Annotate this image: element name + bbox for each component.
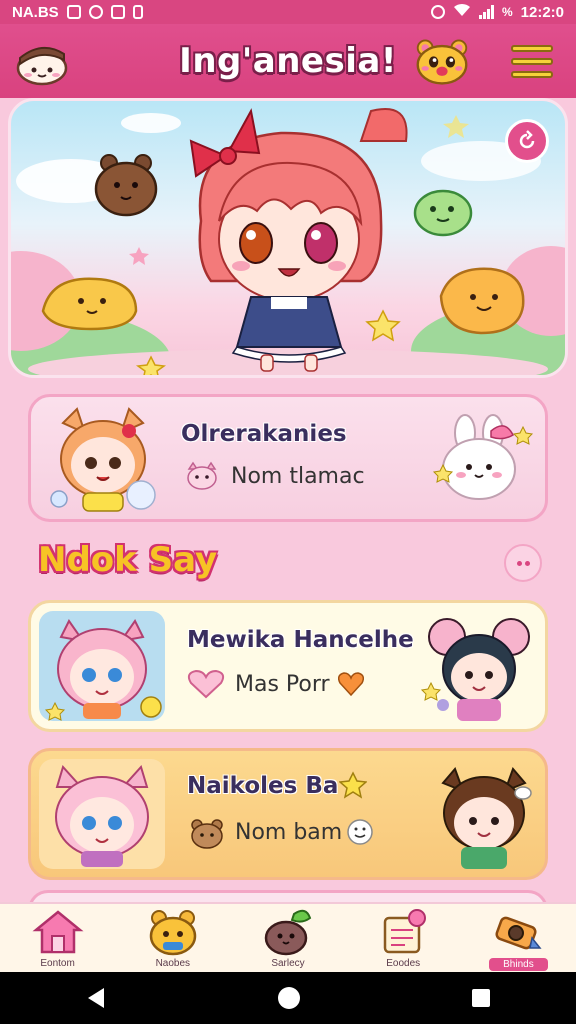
berry-icon — [264, 909, 312, 956]
menu-button[interactable] — [504, 34, 560, 88]
battery-text: % — [501, 5, 513, 19]
back-icon[interactable] — [84, 986, 108, 1010]
mascot-button[interactable] — [414, 34, 470, 88]
nav-item-sarlecy[interactable]: Sarlecy — [230, 904, 345, 974]
smiley-icon — [347, 819, 373, 845]
nav-label: Sarlecy — [271, 958, 305, 969]
dot-icon — [524, 560, 530, 566]
refresh-icon — [519, 130, 535, 149]
hero-banner[interactable] — [8, 98, 568, 378]
bottom-navigation: Eontom Naobes Sarlecy Eoodes Bhinds — [0, 902, 576, 974]
bear-face-icon — [191, 819, 223, 849]
green-slime-sticker — [413, 189, 473, 237]
card-title: Naikoles Ba — [187, 773, 339, 799]
nav-item-eoodes[interactable]: Eoodes — [346, 904, 461, 974]
nav-label: Naobes — [155, 958, 191, 969]
sparkle-icon — [339, 771, 367, 799]
notification-icon — [66, 5, 81, 19]
bear-mascot-icon — [416, 39, 468, 85]
hero-illustration — [11, 108, 565, 375]
nav-label: Bhinds — [489, 958, 548, 971]
lock-icon — [132, 5, 143, 19]
nav-item-naobes[interactable]: Naobes — [115, 904, 230, 974]
alarm-icon — [430, 5, 445, 19]
logo-button[interactable] — [14, 34, 70, 88]
marshmallow-logo-icon — [16, 47, 68, 86]
refresh-button[interactable] — [505, 119, 549, 163]
section-more-button[interactable] — [504, 544, 542, 582]
home-circle-icon[interactable] — [276, 985, 302, 1011]
notepad-icon — [383, 909, 427, 954]
signal-icon — [478, 5, 494, 19]
featured-card-subtitle: Nom tlamac — [231, 464, 365, 489]
featured-card-title: Olrerakanies — [181, 421, 347, 447]
home-icon — [32, 910, 84, 954]
card-thumbnail — [39, 759, 165, 869]
clock: 12:2:0 — [520, 3, 564, 21]
featured-card[interactable]: Olrerakanies Nom tlamac — [28, 394, 548, 522]
camera-icon — [495, 916, 542, 950]
brown-bear-sticker — [94, 154, 158, 217]
white-bunny-sticker — [432, 414, 534, 500]
fox-girl-avatar — [50, 407, 156, 512]
app-title: Ing'anesia! — [179, 41, 397, 81]
card-thumbnail — [39, 611, 165, 721]
dog-boy-sticker — [441, 767, 532, 869]
nav-label: Eoodes — [386, 958, 421, 969]
nav-item-bhinds[interactable]: Bhinds — [461, 904, 576, 974]
wifi-icon — [453, 3, 471, 21]
list-card[interactable]: Naikoles Ba Nom bam — [28, 748, 548, 880]
system-navigation-bar — [0, 972, 576, 1024]
dot-icon — [516, 560, 522, 566]
mouse-girl-sticker — [421, 618, 530, 721]
section-title: Ndok Say — [38, 540, 218, 580]
cat-girl-avatar — [55, 765, 149, 867]
orange-bun-sticker — [439, 267, 525, 335]
orange-heart-icon — [337, 672, 365, 697]
hamburger-icon — [511, 44, 553, 78]
card-subtitle: Nom bam — [235, 820, 343, 845]
recents-icon[interactable] — [470, 987, 492, 1009]
bear-icon — [149, 910, 197, 956]
pink-cat-girl-avatar — [44, 619, 162, 721]
bread-sticker — [41, 277, 138, 331]
status-bar: NA.BS % 12:2:0 — [0, 0, 576, 24]
app-header: Ing'anesia! — [0, 24, 576, 98]
heart-icon — [187, 669, 225, 699]
sync-icon — [88, 5, 103, 19]
list-card[interactable]: Mewika Hancelhe Mas Porr — [28, 600, 548, 732]
nav-item-home[interactable]: Eontom — [0, 904, 115, 974]
carrier-text: NA.BS — [12, 3, 59, 21]
card-title: Mewika Hancelhe — [187, 627, 414, 653]
app-notification-icon — [110, 5, 125, 19]
cat-face-icon — [187, 461, 217, 490]
nav-label: Eontom — [40, 958, 75, 969]
card-subtitle: Mas Porr — [235, 672, 330, 697]
